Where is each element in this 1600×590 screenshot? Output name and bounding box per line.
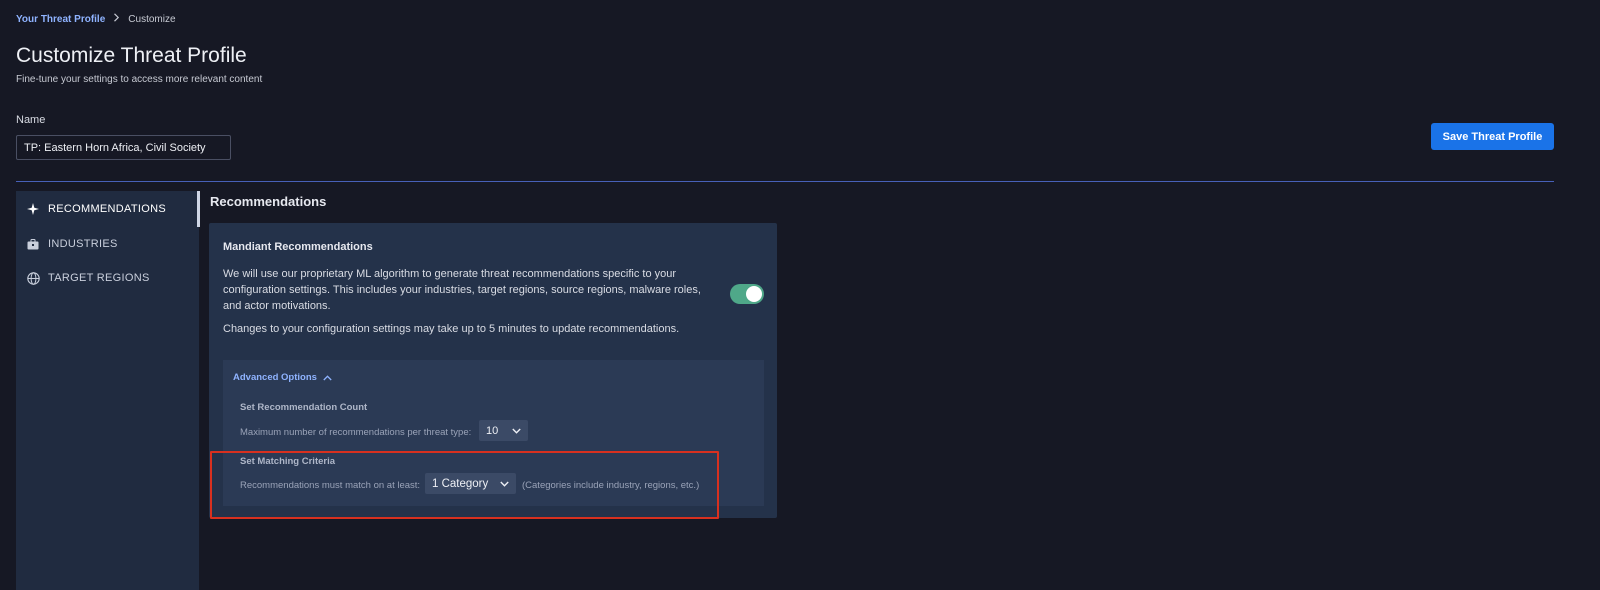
card-title: Mandiant Recommendations [223,241,373,253]
breadcrumb: Your Threat Profile Customize [16,13,176,25]
recommendations-card: Mandiant Recommendations We will use our… [209,223,777,518]
matching-criteria-title: Set Matching Criteria [240,456,336,467]
card-description: We will use our proprietary ML algorithm… [223,268,701,312]
advanced-options-toggle[interactable]: Advanced Options [233,372,332,383]
advanced-options-label: Advanced Options [233,372,317,383]
breadcrumb-link-threat-profile[interactable]: Your Threat Profile [16,14,105,25]
sidebar-item-recommendations[interactable]: RECOMMENDATIONS [26,202,166,216]
briefcase-icon [26,237,40,251]
recommendation-count-title: Set Recommendation Count [240,402,368,413]
sidebar-item-label: RECOMMENDATIONS [48,203,166,215]
sidebar-item-label: TARGET REGIONS [48,272,150,284]
matching-criteria-hint: (Categories include industry, regions, e… [522,480,700,491]
advanced-options-panel: Advanced Options Set Recommendation Coun… [223,360,764,506]
sparkle-icon [26,202,40,216]
sidebar-item-industries[interactable]: INDUSTRIES [26,237,118,251]
save-threat-profile-button[interactable]: Save Threat Profile [1431,123,1554,150]
sidebar-item-label: INDUSTRIES [48,238,118,250]
card-note: Changes to your configuration settings m… [223,323,680,335]
name-input[interactable] [16,135,231,160]
sidebar-item-target-regions[interactable]: TARGET REGIONS [26,271,150,285]
divider [16,181,1554,182]
select-value: 1 Category [432,477,489,490]
matching-criteria-select[interactable]: 1 Category [425,473,516,494]
chevron-down-icon [512,428,521,434]
recommendation-count-select[interactable]: 10 [479,420,528,441]
section-heading: Recommendations [210,194,327,209]
recommendation-count-text: Maximum number of recommendations per th… [240,427,472,438]
chevron-down-icon [500,481,509,487]
chevron-up-icon [323,374,332,380]
sidebar-active-indicator [197,191,200,227]
page-title: Customize Threat Profile [16,44,247,67]
breadcrumb-current: Customize [128,13,176,25]
recommendations-toggle[interactable] [730,284,764,304]
toggle-knob [746,286,762,302]
name-label: Name [16,114,46,126]
matching-criteria-text: Recommendations must match on at least: [240,480,421,491]
select-value: 10 [486,424,499,437]
globe-icon [26,271,40,285]
chevron-right-icon [113,13,120,25]
page-subtitle: Fine-tune your settings to access more r… [16,74,263,85]
